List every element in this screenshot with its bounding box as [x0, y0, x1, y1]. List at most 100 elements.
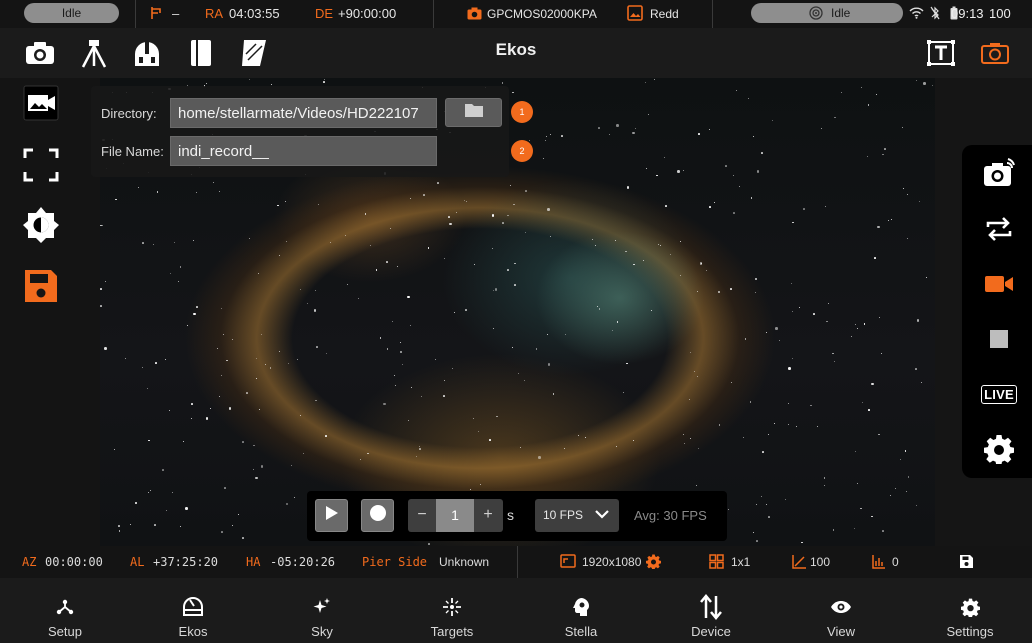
- loop-icon[interactable]: [982, 212, 1016, 246]
- star: [591, 238, 593, 240]
- capture-preview-icon[interactable]: [982, 156, 1016, 190]
- camera-frame-icon[interactable]: [979, 38, 1011, 68]
- star: [124, 357, 127, 360]
- star: [444, 380, 446, 382]
- star: [177, 280, 179, 282]
- offset-icon: [872, 546, 886, 578]
- gear-icon[interactable]: [982, 432, 1016, 466]
- observatory-icon[interactable]: [131, 38, 163, 68]
- star: [375, 269, 378, 271]
- fps-select[interactable]: 10 FPS: [535, 499, 619, 532]
- ekos-icon: [181, 596, 205, 618]
- nav-ekos-label: Ekos: [178, 624, 208, 639]
- save-settings-icon[interactable]: [959, 546, 974, 578]
- star: [396, 266, 398, 268]
- filter-icon[interactable]: [238, 38, 270, 68]
- left-status-pill[interactable]: Idle: [24, 3, 119, 23]
- star: [904, 450, 907, 452]
- nav-ekos[interactable]: Ekos: [128, 578, 258, 643]
- text-overlay-icon[interactable]: [925, 38, 957, 68]
- tripod-icon[interactable]: [78, 38, 110, 68]
- right-status-text: Idle: [831, 6, 851, 20]
- star: [744, 338, 747, 340]
- star: [832, 529, 835, 531]
- live-toggle[interactable]: LIVE: [979, 377, 1019, 411]
- nav-targets[interactable]: Targets: [387, 578, 517, 643]
- badge-2: 2: [511, 140, 533, 162]
- star: [768, 516, 770, 518]
- star: [472, 417, 474, 419]
- star: [743, 436, 745, 438]
- star: [147, 491, 149, 493]
- star: [113, 448, 115, 450]
- star: [390, 227, 392, 229]
- star: [598, 308, 601, 311]
- star: [670, 253, 672, 255]
- star: [231, 339, 233, 341]
- star: [252, 469, 254, 471]
- play-button[interactable]: [315, 499, 348, 532]
- stop-icon[interactable]: [982, 322, 1016, 356]
- clock: 09:13: [951, 0, 984, 28]
- star: [696, 290, 698, 292]
- star: [223, 333, 225, 335]
- battery-level: 100: [989, 6, 1011, 21]
- star: [428, 543, 430, 545]
- camera-icon[interactable]: [24, 38, 56, 68]
- nav-setup[interactable]: Setup: [0, 578, 130, 643]
- star: [871, 382, 874, 386]
- star: [840, 91, 842, 93]
- star: [853, 528, 855, 529]
- duration-value[interactable]: 1: [436, 499, 474, 532]
- star: [162, 469, 164, 471]
- decrement-button[interactable]: −: [408, 499, 436, 532]
- star: [437, 182, 439, 184]
- directory-field[interactable]: home/stellarmate/Videos/HD222107: [170, 98, 437, 128]
- record-button[interactable]: [361, 499, 394, 532]
- nav-stella[interactable]: Stella: [516, 578, 646, 643]
- star: [196, 191, 198, 193]
- star: [862, 401, 864, 403]
- star: [867, 103, 870, 106]
- star: [645, 81, 647, 83]
- brightness-icon[interactable]: [21, 205, 61, 245]
- wifi-icon: [909, 0, 924, 28]
- right-status-pill[interactable]: Idle: [751, 3, 903, 23]
- star: [255, 357, 258, 360]
- star: [193, 239, 195, 241]
- increment-button[interactable]: +: [474, 499, 502, 532]
- nav-device[interactable]: Device: [646, 578, 776, 643]
- nav-view[interactable]: View: [776, 578, 906, 643]
- star: [585, 437, 587, 439]
- star: [465, 309, 467, 311]
- star: [689, 352, 691, 354]
- resolution-value: 1920x1080: [582, 555, 642, 569]
- star: [453, 311, 456, 314]
- save-icon[interactable]: [21, 266, 61, 306]
- browse-folder-button[interactable]: [445, 98, 502, 127]
- right-control-rail: LIVE: [962, 145, 1032, 478]
- nav-targets-label: Targets: [430, 624, 474, 639]
- resolution-settings-icon[interactable]: [646, 546, 661, 578]
- star: [925, 277, 927, 279]
- filename-field[interactable]: indi_record__: [170, 136, 437, 166]
- star: [237, 513, 239, 515]
- star: [260, 333, 262, 335]
- record-video-icon[interactable]: [982, 267, 1016, 301]
- star: [790, 283, 792, 285]
- nav-stella-label: Stella: [564, 624, 598, 639]
- nav-sky[interactable]: Sky: [257, 578, 387, 643]
- star: [507, 214, 509, 217]
- star: [643, 260, 645, 262]
- star: [654, 79, 656, 81]
- star: [315, 289, 317, 291]
- star: [708, 128, 710, 130]
- star: [868, 409, 871, 411]
- nav-settings[interactable]: Settings: [905, 578, 1032, 643]
- star: [221, 531, 223, 533]
- notebook-icon[interactable]: [185, 38, 217, 68]
- fullscreen-icon[interactable]: [21, 145, 61, 185]
- star: [118, 530, 121, 532]
- video-mode-icon[interactable]: [21, 83, 61, 123]
- star: [190, 418, 192, 420]
